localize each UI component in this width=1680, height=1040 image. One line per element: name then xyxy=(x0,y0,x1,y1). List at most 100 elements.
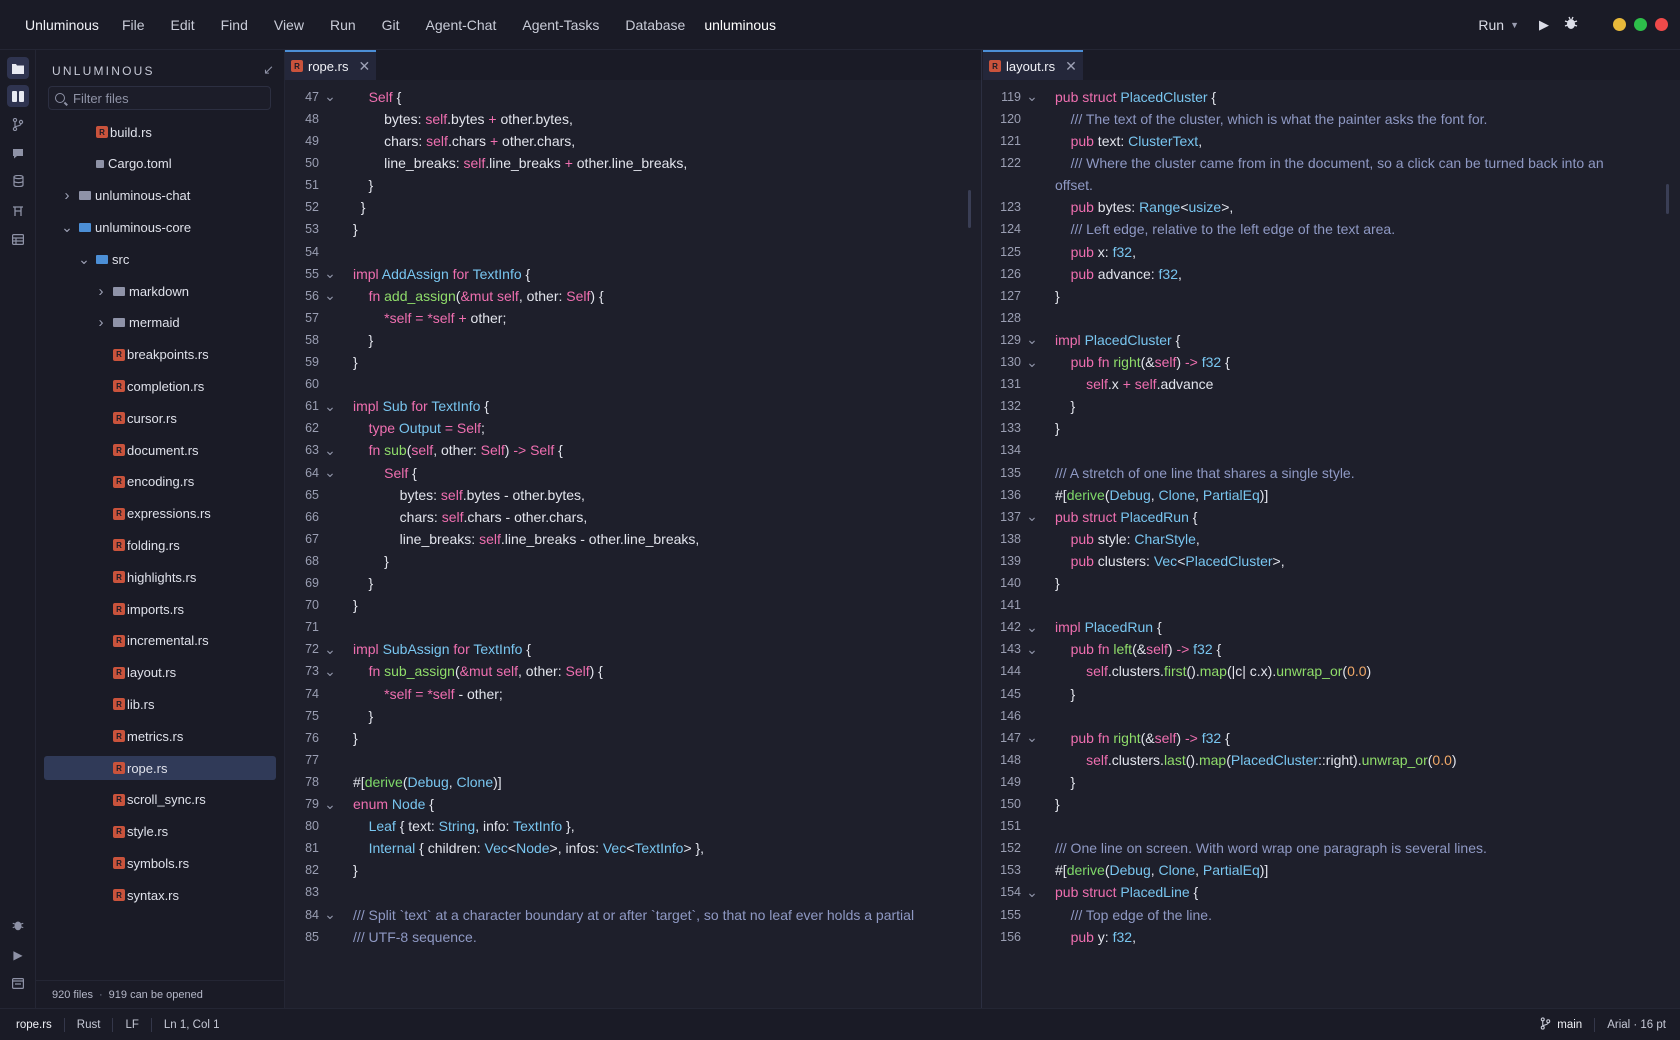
tree-file[interactable]: Rhighlights.rs xyxy=(44,565,276,589)
status-cursor-position[interactable]: Ln 1, Col 1 xyxy=(152,1019,232,1031)
menu-run[interactable]: Run xyxy=(317,17,369,33)
tab-rope-rs[interactable]: R rope.rs ✕ xyxy=(285,50,377,80)
line-number: 133 xyxy=(1000,421,1021,436)
play-icon[interactable]: ▶ xyxy=(7,944,29,966)
status-language[interactable]: Rust xyxy=(65,1019,113,1031)
close-icon[interactable]: ✕ xyxy=(1065,58,1077,75)
tree-file[interactable]: Rscroll_sync.rs xyxy=(44,788,276,812)
fold-chevron-icon[interactable]: ⌄ xyxy=(319,796,341,813)
fold-chevron-icon[interactable]: ⌄ xyxy=(1021,88,1043,105)
tree-file[interactable]: Rimports.rs xyxy=(44,597,276,621)
fold-chevron-icon[interactable]: ⌄ xyxy=(319,906,341,923)
chevron-down-icon[interactable]: ⌄ xyxy=(61,219,73,236)
fold-chevron-icon[interactable]: ⌄ xyxy=(319,265,341,282)
menu-edit[interactable]: Edit xyxy=(158,17,208,33)
debug-bug-icon[interactable] xyxy=(1563,15,1579,34)
files-icon[interactable] xyxy=(7,57,29,79)
tree-file[interactable]: Rmetrics.rs xyxy=(44,724,276,748)
fold-chevron-icon[interactable]: ⌄ xyxy=(319,464,341,481)
fold-chevron-icon[interactable]: ⌄ xyxy=(319,641,341,658)
tree-folder[interactable]: ⌄ unluminous-core xyxy=(44,215,276,239)
fold-chevron-icon[interactable]: ⌄ xyxy=(319,663,341,680)
tree-file[interactable]: Rcompletion.rs xyxy=(44,374,276,398)
fold-chevron-icon[interactable]: ⌄ xyxy=(1021,884,1043,901)
menu-agent-tasks[interactable]: Agent-Tasks xyxy=(509,17,612,33)
tree-file[interactable]: Rexpressions.rs xyxy=(44,502,276,526)
chevron-down-icon[interactable]: ⌄ xyxy=(78,251,90,268)
tree-file[interactable]: Rsyntax.rs xyxy=(44,883,276,907)
workspace-name[interactable]: unluminous xyxy=(704,17,776,33)
collapse-sidebar-icon[interactable]: ↙ xyxy=(263,62,274,78)
debug-bug-icon[interactable] xyxy=(7,914,29,936)
chevron-right-icon[interactable]: › xyxy=(95,314,107,331)
git-branch-icon[interactable] xyxy=(7,113,29,135)
tree-file[interactable]: Rsymbols.rs xyxy=(44,851,276,875)
chevron-right-icon[interactable]: › xyxy=(95,283,107,300)
minimize-button[interactable] xyxy=(1613,18,1626,31)
menu-database[interactable]: Database xyxy=(612,17,698,33)
tab-layout-rs[interactable]: R layout.rs ✕ xyxy=(983,50,1083,80)
menu-file[interactable]: File xyxy=(109,17,158,33)
menu-find[interactable]: Find xyxy=(208,17,261,33)
tree-folder[interactable]: › unluminous-chat xyxy=(44,184,276,208)
code-editor[interactable]: 47 ⌄ Self {48 bytes: self.bytes + other.b… xyxy=(285,80,981,1008)
fold-chevron-icon[interactable]: ⌄ xyxy=(1021,508,1043,525)
tree-folder[interactable]: › markdown xyxy=(44,279,276,303)
code-token: usize xyxy=(1188,199,1222,216)
tree-folder[interactable]: ⌄ src xyxy=(44,247,276,271)
play-icon[interactable]: ▶ xyxy=(1539,17,1549,33)
tree-file[interactable]: Cargo.toml xyxy=(44,152,276,176)
run-configuration-select[interactable]: Run ▼ xyxy=(1478,17,1519,33)
tree-file[interactable]: Rstyle.rs xyxy=(44,820,276,844)
code-editor[interactable]: 119 ⌄ pub struct PlacedCluster {120 /// Th… xyxy=(983,80,1680,1008)
fold-chevron-icon[interactable]: ⌄ xyxy=(319,442,341,459)
close-icon[interactable]: ✕ xyxy=(358,58,370,75)
filter-files-input[interactable] xyxy=(73,90,253,106)
line-number: 139 xyxy=(1000,553,1021,568)
maximize-button[interactable] xyxy=(1634,18,1647,31)
scrollbar-thumb[interactable] xyxy=(1666,184,1669,214)
line-number: 151 xyxy=(1000,819,1021,834)
fold-chevron-icon[interactable]: ⌄ xyxy=(319,398,341,415)
menu-agent-chat[interactable]: Agent-Chat xyxy=(413,17,510,33)
fold-chevron-icon[interactable]: ⌄ xyxy=(1021,619,1043,636)
chevron-right-icon[interactable]: › xyxy=(61,187,73,204)
line-number: 63 xyxy=(305,443,319,458)
fold-chevron-icon[interactable]: ⌄ xyxy=(1021,641,1043,658)
status-branch[interactable]: main xyxy=(1557,1019,1582,1031)
fold-chevron-icon[interactable]: ⌄ xyxy=(1021,729,1043,746)
fold-chevron-icon[interactable]: ⌄ xyxy=(1021,331,1043,348)
code-token: enum xyxy=(353,796,389,813)
menu-git[interactable]: Git xyxy=(369,17,413,33)
fold-chevron-icon[interactable]: ⌄ xyxy=(319,88,341,105)
chat-icon[interactable] xyxy=(7,142,29,164)
status-font[interactable]: Arial · 16 pt xyxy=(1607,1019,1666,1031)
tree-file[interactable]: Rlib.rs xyxy=(44,692,276,716)
scrollbar-thumb[interactable] xyxy=(968,190,971,228)
tree-folder[interactable]: › mermaid xyxy=(44,311,276,335)
tree-file[interactable]: Rfolding.rs xyxy=(44,533,276,557)
status-eol[interactable]: LF xyxy=(113,1019,150,1031)
database-icon[interactable] xyxy=(7,170,29,192)
tree-file[interactable]: Rencoding.rs xyxy=(44,470,276,494)
split-editor-icon[interactable] xyxy=(7,85,29,107)
menu-view[interactable]: View xyxy=(261,17,317,33)
tree-file[interactable]: Rrope.rs xyxy=(44,756,276,780)
fold-chevron-icon[interactable]: ⌄ xyxy=(1021,354,1043,371)
filter-files-field[interactable] xyxy=(48,86,271,110)
tree-file[interactable]: Rdocument.rs xyxy=(44,438,276,462)
code-token: TextInfo xyxy=(634,840,684,857)
tree-file[interactable]: Rbuild.rs xyxy=(44,120,276,144)
fold-chevron-icon[interactable]: ⌄ xyxy=(319,287,341,304)
tree-file[interactable]: Rlayout.rs xyxy=(44,661,276,685)
terminal-icon[interactable] xyxy=(7,972,29,994)
tree-file[interactable]: Rbreakpoints.rs xyxy=(44,343,276,367)
code-token: pub xyxy=(1070,133,1094,150)
table-icon[interactable] xyxy=(7,228,29,250)
close-window-button[interactable] xyxy=(1655,18,1668,31)
tree-file[interactable]: Rincremental.rs xyxy=(44,629,276,653)
tasks-icon[interactable] xyxy=(7,200,29,222)
tree-file[interactable]: Rcursor.rs xyxy=(44,406,276,430)
